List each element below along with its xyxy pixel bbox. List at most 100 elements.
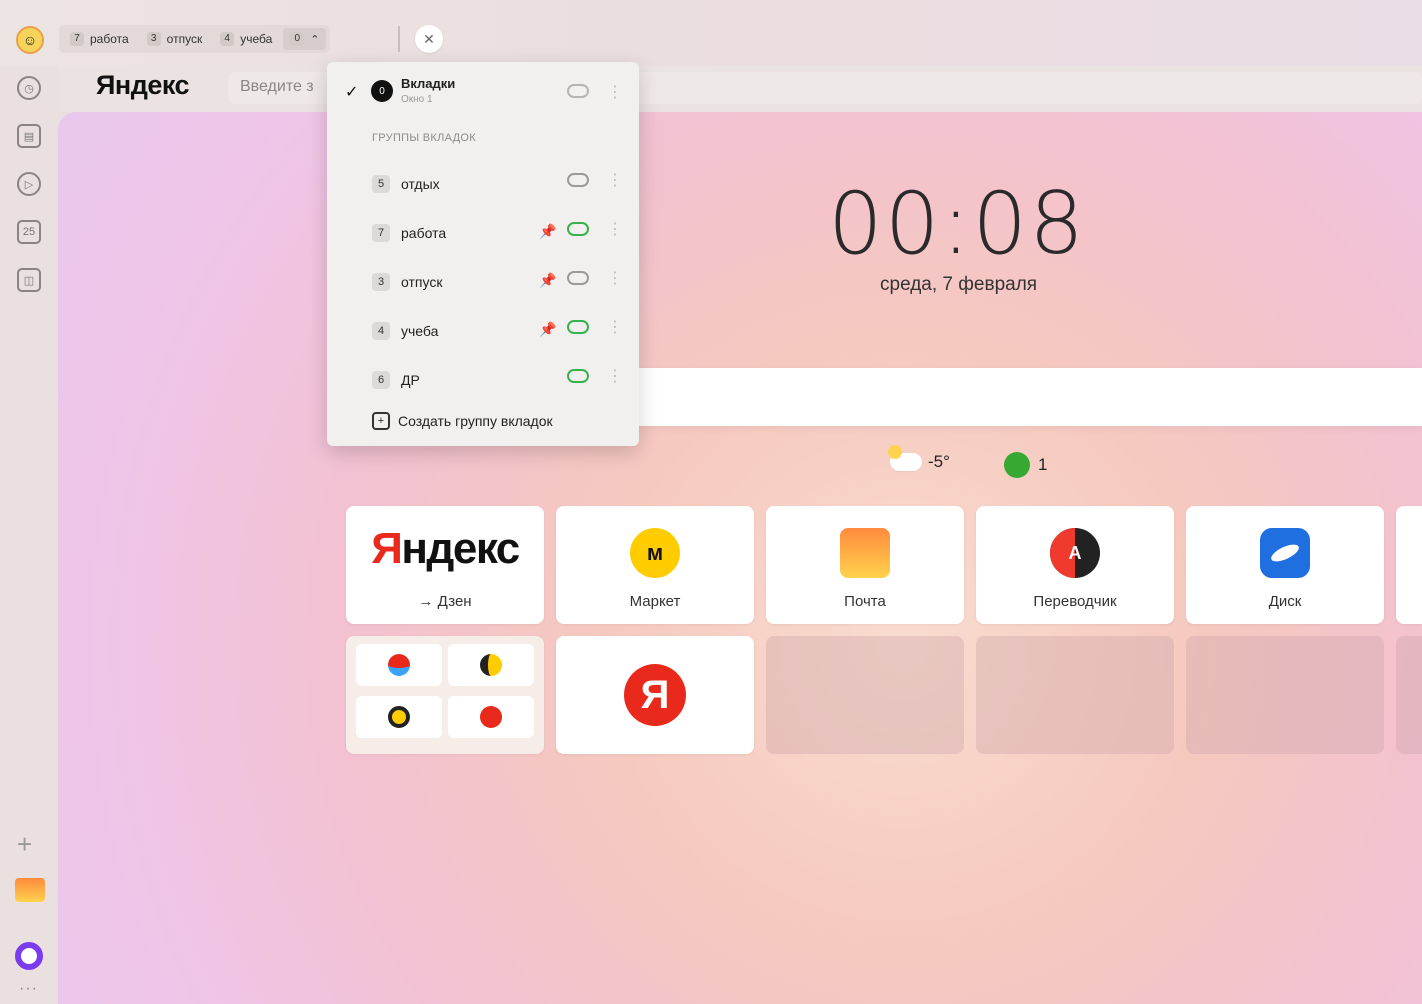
profile-avatar[interactable]: ☺ xyxy=(16,26,44,54)
group-count: 5 xyxy=(372,175,390,193)
menu-group-row[interactable]: 5 отдых ⋮ xyxy=(327,167,639,201)
chevron-up-icon: ⌃ xyxy=(310,33,320,46)
menu-group-row[interactable]: 3 отпуск 📌 ⋮ xyxy=(327,265,639,299)
window-icon: 0 xyxy=(371,80,393,102)
empty-tile[interactable] xyxy=(766,636,964,754)
tab-groups-menu-button[interactable]: 0 ⌃ xyxy=(283,28,327,50)
divider xyxy=(398,26,400,52)
cloud-synced-icon[interactable] xyxy=(567,222,589,236)
tile-label: Переводчик xyxy=(1033,593,1117,610)
app-icon xyxy=(480,706,502,728)
empty-tile[interactable] xyxy=(1186,636,1384,754)
tab-group-vacation[interactable]: 3 отпуск xyxy=(140,28,210,50)
translator-icon: A xyxy=(1050,528,1100,578)
tab-group-count: 0 xyxy=(290,32,305,46)
tile-market[interactable]: м Маркет xyxy=(556,506,754,624)
group-count: 6 xyxy=(372,371,390,389)
tab-group-count: 7 xyxy=(70,32,84,46)
weather-widget[interactable]: -5° xyxy=(888,445,950,472)
yandex-icon: Я xyxy=(624,664,686,726)
tile-yandex-dzen[interactable]: Яндекс → Дзен xyxy=(346,506,544,624)
play-icon[interactable]: ▷ xyxy=(17,172,41,196)
tab-group-work[interactable]: 7 работа xyxy=(63,28,136,50)
app-icon xyxy=(388,654,410,676)
menu-group-row[interactable]: 4 учеба 📌 ⋮ xyxy=(327,314,639,348)
group-count: 3 xyxy=(372,273,390,291)
traffic-icon xyxy=(1004,452,1030,478)
tab-bar: ☺ 7 работа 3 отпуск 4 учеба 0 ⌃ ✕ xyxy=(0,0,1422,66)
pin-icon[interactable]: 📌 xyxy=(539,272,556,289)
calendar-icon[interactable]: 25 xyxy=(17,220,41,244)
create-group-button[interactable]: + Создать группу вкладок xyxy=(372,412,553,430)
cloud-icon[interactable] xyxy=(567,173,589,187)
menu-group-row[interactable]: 6 ДР ⋮ xyxy=(327,363,639,397)
date-label: среда, 7 февраля xyxy=(880,274,1038,295)
tile-partial[interactable] xyxy=(1396,506,1422,624)
group-name: работа xyxy=(401,225,447,241)
group-count: 7 xyxy=(372,224,390,242)
more-icon[interactable]: ··· xyxy=(19,980,38,998)
tab-group-count: 3 xyxy=(146,32,161,46)
market-icon: м xyxy=(630,528,680,578)
window-title[interactable]: Вкладки xyxy=(401,76,455,91)
screenshot-icon[interactable]: ◫ xyxy=(17,268,41,292)
disk-icon xyxy=(1260,528,1310,578)
window-subtitle: Окно 1 xyxy=(401,94,433,105)
mail-icon xyxy=(840,528,890,578)
menu-group-row[interactable]: 7 работа 📌 ⋮ xyxy=(327,216,639,250)
pin-icon[interactable]: 📌 xyxy=(539,223,556,240)
tile-mail[interactable]: Почта xyxy=(766,506,964,624)
weather-temp: -5° xyxy=(928,452,950,471)
tile-yandex[interactable]: Я xyxy=(556,636,754,754)
group-name: отдых xyxy=(401,176,440,192)
mini-app xyxy=(356,696,442,738)
cloud-synced-icon[interactable] xyxy=(567,320,589,334)
mini-app xyxy=(356,644,442,686)
history-icon[interactable]: ◷ xyxy=(17,76,41,100)
app-icon xyxy=(480,654,502,676)
add-icon: + xyxy=(372,412,390,430)
tab-group-label: работа xyxy=(90,32,129,46)
mail-icon[interactable] xyxy=(15,878,45,902)
kebab-icon[interactable]: ⋮ xyxy=(607,320,623,336)
cloud-icon[interactable] xyxy=(567,84,589,98)
cloud-icon[interactable] xyxy=(567,271,589,285)
pin-icon[interactable]: 📌 xyxy=(539,321,556,338)
kebab-icon[interactable]: ⋮ xyxy=(607,173,623,189)
empty-tile[interactable] xyxy=(976,636,1174,754)
group-name: отпуск xyxy=(401,274,443,290)
tab-groups-menu: ✓ 0 Вкладки Окно 1 ⋮ ГРУППЫ ВКЛАДОК 5 от… xyxy=(327,62,639,446)
tile-label: Диск xyxy=(1268,593,1302,610)
yandex-brand[interactable]: Яндекс xyxy=(96,70,190,101)
group-count: 4 xyxy=(372,322,390,340)
bookmarks-icon[interactable]: ▤ xyxy=(17,124,41,148)
kebab-icon[interactable]: ⋮ xyxy=(607,369,623,385)
clock: 00:08 xyxy=(828,174,1086,274)
weather-icon xyxy=(888,445,922,471)
tile-disk[interactable]: Диск xyxy=(1186,506,1384,624)
tile-folder[interactable] xyxy=(346,636,544,754)
cloud-synced-icon[interactable] xyxy=(567,369,589,383)
kebab-icon[interactable]: ⋮ xyxy=(607,82,623,102)
tile-translator[interactable]: A Переводчик xyxy=(976,506,1174,624)
tab-group-study[interactable]: 4 учеба xyxy=(213,28,279,50)
mini-app xyxy=(448,644,534,686)
group-name: учеба xyxy=(401,323,439,339)
tab-group-label: отпуск xyxy=(166,32,203,46)
kebab-icon[interactable]: ⋮ xyxy=(607,271,623,287)
traffic-widget[interactable]: 1 xyxy=(1004,452,1047,478)
app-icon xyxy=(388,706,410,728)
alice-icon[interactable] xyxy=(15,942,43,970)
add-icon[interactable]: + xyxy=(17,831,32,857)
traffic-score: 1 xyxy=(1038,455,1048,474)
kebab-icon[interactable]: ⋮ xyxy=(607,222,623,238)
tab-group-count: 4 xyxy=(220,32,235,46)
empty-tile[interactable] xyxy=(1396,636,1422,754)
mini-app xyxy=(448,696,534,738)
group-name: ДР xyxy=(401,372,420,388)
tab-groups-strip: 7 работа 3 отпуск 4 учеба 0 ⌃ xyxy=(59,25,331,53)
check-icon: ✓ xyxy=(345,84,359,101)
close-icon[interactable]: ✕ xyxy=(415,25,443,53)
new-tab-page: 00:08 среда, 7 февраля -5° 1 Яндекс → Дз… xyxy=(58,112,1422,1004)
create-group-label: Создать группу вкладок xyxy=(398,413,553,429)
